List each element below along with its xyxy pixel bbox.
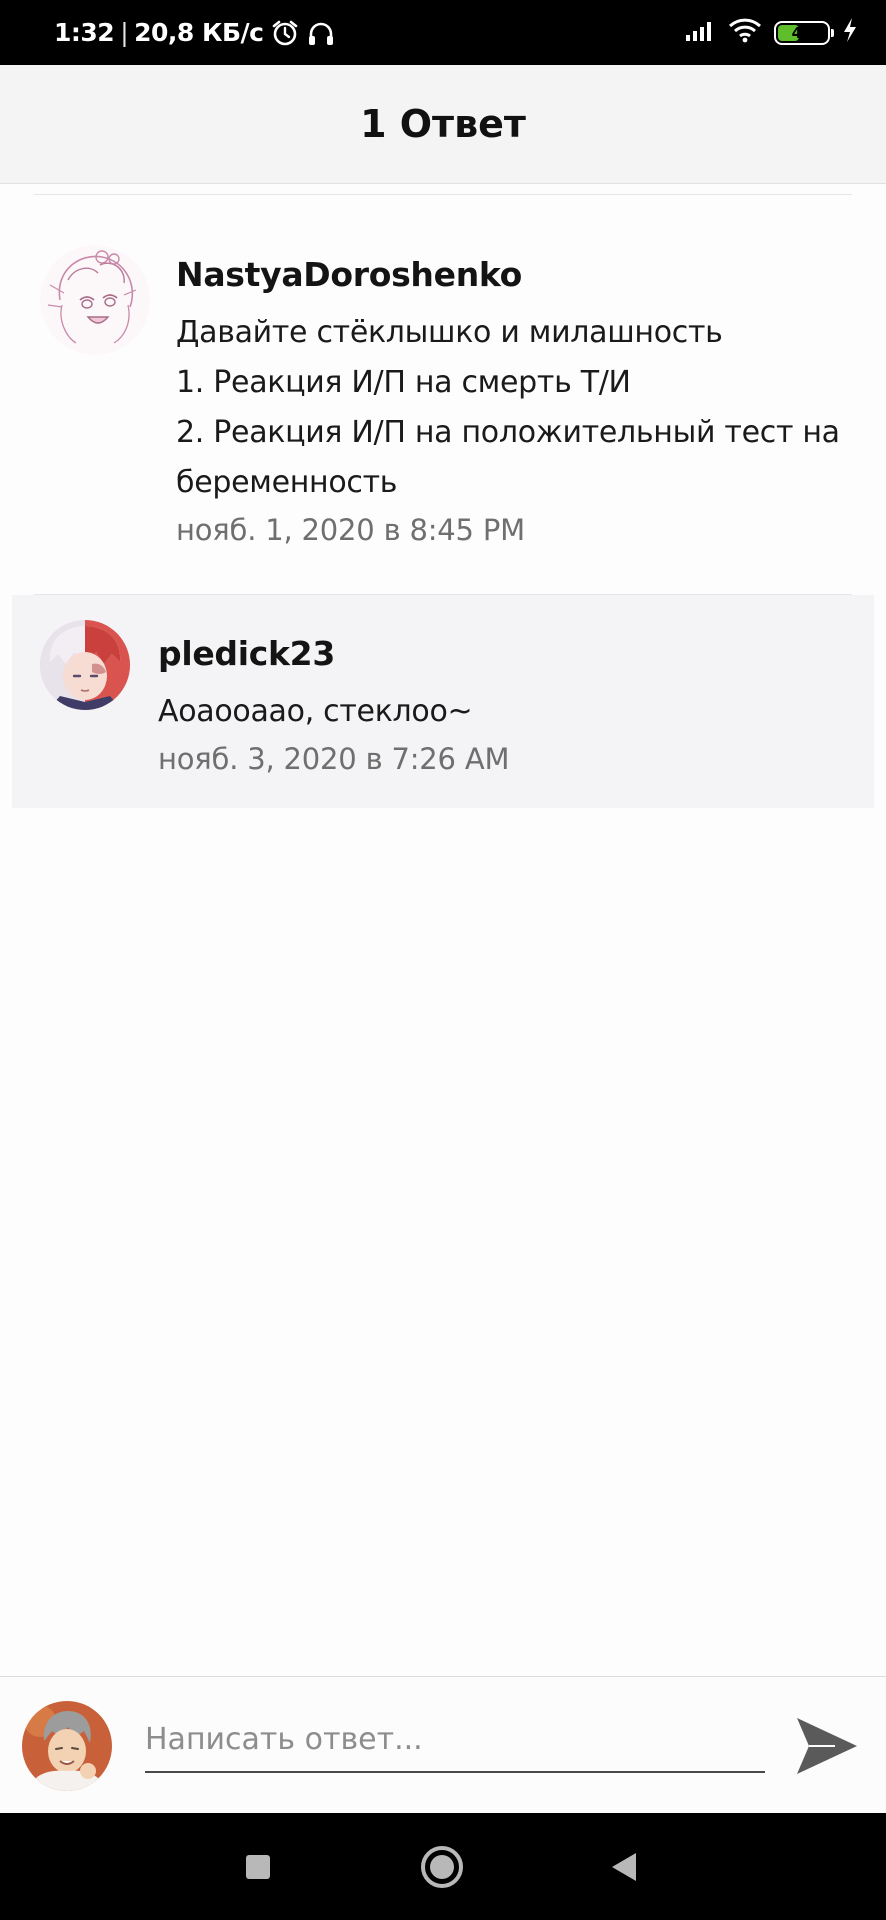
home-button[interactable] (392, 1813, 492, 1920)
comment-body: pledick23 Аоаооаао, стеклоо~ нояб. 3, 20… (158, 620, 854, 781)
comment-text-line: 1. Реакция И/П на смерть Т/И (176, 365, 631, 400)
wifi-icon (728, 17, 762, 48)
alarm-icon (271, 19, 299, 47)
comment-item: NastyaDoroshenko Давайте стёклышко и мил… (0, 195, 886, 594)
back-icon (612, 1852, 636, 1881)
recent-apps-icon (246, 1854, 270, 1879)
comment-body: NastyaDoroshenko Давайте стёклышко и мил… (176, 245, 856, 552)
reply-bar (0, 1676, 886, 1813)
battery-level: 43 (791, 23, 813, 42)
send-button[interactable] (792, 1713, 862, 1779)
page-title: 1 Ответ (360, 102, 526, 146)
avatar[interactable] (40, 620, 130, 710)
comment-author[interactable]: pledick23 (158, 634, 854, 673)
headphones-icon (307, 19, 335, 47)
back-button[interactable] (574, 1813, 674, 1920)
comment-text-line: Давайте стёклышко и милашность (176, 315, 723, 350)
navigation-bar (0, 1813, 886, 1920)
comment-timestamp: нояб. 3, 2020 в 7:26 AM (158, 742, 510, 776)
avatar[interactable] (40, 245, 150, 355)
status-bar: 1:32 | 20,8 КБ/с 43 (0, 0, 886, 65)
recent-apps-button[interactable] (208, 1813, 308, 1920)
comment-timestamp: нояб. 1, 2020 в 8:45 PM (176, 513, 525, 547)
status-left: 1:32 | 20,8 КБ/с (54, 18, 335, 47)
comment-list: NastyaDoroshenko Давайте стёклышко и мил… (0, 184, 886, 808)
status-right: 43 (684, 17, 858, 48)
comment-author[interactable]: NastyaDoroshenko (176, 255, 856, 294)
signal-icon (684, 18, 716, 47)
current-user-avatar (22, 1701, 112, 1791)
battery-icon: 43 (774, 20, 834, 45)
comment-text-line: беременность (176, 465, 398, 500)
network-speed: 20,8 КБ/с (134, 18, 264, 47)
comment-text-line: Аоаооаао, стеклоо~ (158, 694, 473, 729)
reply-item: pledick23 Аоаооаао, стеклоо~ нояб. 3, 20… (12, 595, 874, 808)
status-time: 1:32 (54, 18, 115, 47)
reply-input[interactable] (145, 1707, 765, 1773)
send-icon (797, 1718, 857, 1774)
comment-text-line: 2. Реакция И/П на положительный тест на (176, 415, 840, 450)
header: 1 Ответ (0, 65, 886, 184)
charging-icon (842, 17, 858, 48)
status-separator: | (120, 18, 129, 47)
home-icon (421, 1845, 463, 1888)
